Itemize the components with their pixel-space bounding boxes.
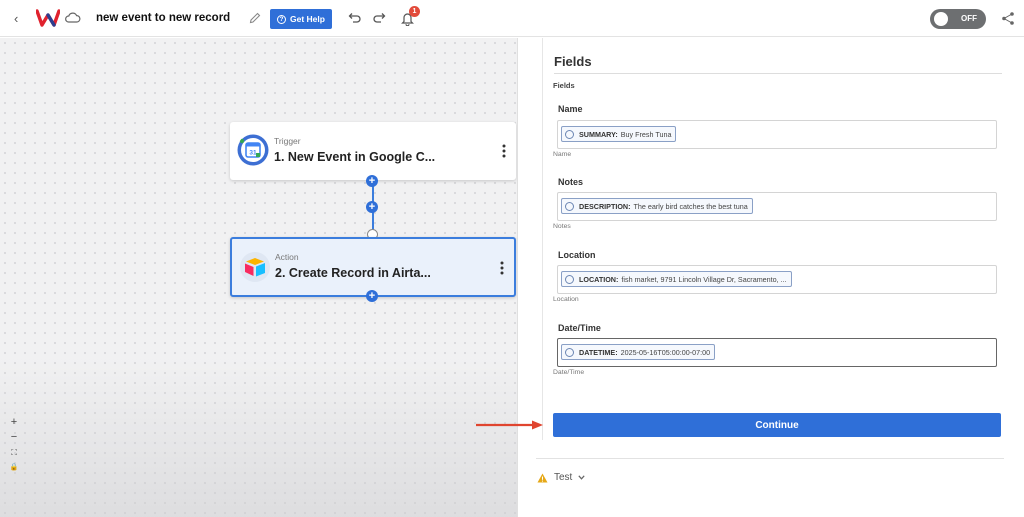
svg-text:31: 31 (249, 150, 257, 157)
chip-value: fish market, 9791 Lincoln Village Dr, Sa… (621, 274, 787, 284)
chip-key: LOCATION: (579, 274, 619, 284)
fields-caption: Fields (553, 81, 575, 90)
canvas-shade (0, 357, 517, 517)
step-config-panel: Fields Fields Name SUMMARY: Buy Fresh Tu… (517, 38, 1024, 517)
toggle-label: OFF (961, 14, 977, 23)
workflow-title[interactable]: new event to new record (96, 12, 230, 24)
location-variable-chip[interactable]: LOCATION: fish market, 9791 Lincoln Vill… (561, 271, 792, 287)
test-section-toggle[interactable]: Test (537, 472, 585, 483)
datetime-field[interactable]: DATETIME: 2025-05-16T05:00:00-07:00 (557, 338, 997, 367)
summary-variable-chip[interactable]: SUMMARY: Buy Fresh Tuna (561, 126, 677, 142)
field-hint-name: Name (553, 151, 572, 158)
trigger-node-type: Trigger (274, 136, 301, 146)
zoom-in-icon[interactable]: + (7, 415, 21, 430)
action-node-type: Action (275, 252, 299, 262)
chip-key: DESCRIPTION: (579, 201, 631, 211)
annotation-arrow-icon (476, 420, 543, 430)
heading-rule (554, 73, 1002, 74)
chip-value: Buy Fresh Tuna (620, 129, 672, 139)
fields-heading: Fields (554, 54, 592, 69)
notes-field[interactable]: DESCRIPTION: The early bird catches the … (557, 192, 997, 221)
field-hint-datetime: Date/Time (553, 369, 585, 376)
insert-step-plus-icon[interactable]: + (366, 201, 378, 213)
chip-key: DATETIME: (579, 347, 618, 357)
get-help-button[interactable]: ? Get Help (270, 9, 332, 29)
action-node-title: 2. Create Record in Airta... (275, 266, 431, 280)
airtable-icon (240, 252, 270, 282)
section-divider (536, 458, 1004, 459)
trigger-node[interactable]: 31 Trigger 1. New Event in Google C... (230, 122, 516, 180)
notification-badge: 1 (409, 6, 420, 17)
continue-button[interactable]: Continue (553, 413, 1001, 437)
variable-icon (565, 129, 574, 139)
test-label: Test (554, 472, 573, 483)
action-node-menu-icon[interactable] (500, 261, 504, 275)
warning-icon (537, 473, 548, 482)
chevron-down-icon (578, 475, 585, 480)
action-node[interactable]: Action 2. Create Record in Airta... (230, 237, 516, 297)
description-variable-chip[interactable]: DESCRIPTION: The early bird catches the … (561, 198, 753, 214)
share-icon[interactable] (1001, 11, 1015, 26)
field-label-name: Name (558, 104, 583, 114)
trigger-node-title: 1. New Event in Google C... (274, 150, 436, 164)
cloud-sync-icon (65, 12, 81, 23)
add-step-after-plus-icon[interactable]: + (366, 290, 378, 302)
datetime-variable-chip[interactable]: DATETIME: 2025-05-16T05:00:00-07:00 (561, 344, 716, 360)
location-field[interactable]: LOCATION: fish market, 9791 Lincoln Vill… (557, 265, 997, 294)
variable-icon (565, 347, 574, 357)
back-chevron-icon[interactable]: ‹ (14, 11, 18, 26)
trigger-node-menu-icon[interactable] (502, 144, 506, 158)
panel-divider (542, 38, 543, 440)
help-icon: ? (277, 14, 287, 24)
field-label-notes: Notes (558, 177, 584, 187)
redo-icon[interactable] (373, 11, 388, 25)
toggle-knob (934, 12, 948, 26)
get-help-label: Get Help (290, 14, 325, 24)
zoom-out-icon[interactable]: − (7, 430, 21, 445)
undo-icon[interactable] (346, 11, 361, 25)
workflow-on-off-toggle[interactable]: OFF (930, 9, 986, 29)
edit-pencil-icon[interactable] (248, 11, 262, 25)
top-bar: ‹ new event to new record ? Get Help 1 O… (0, 0, 1024, 37)
zoom-controls: + − ⛶ 🔒 (7, 415, 21, 475)
chip-value: The early bird catches the best tuna (633, 201, 748, 211)
variable-icon (565, 274, 574, 284)
google-calendar-icon: 31 (237, 134, 269, 166)
field-label-location: Location (558, 250, 596, 260)
variable-icon (565, 201, 574, 211)
chip-key: SUMMARY: (579, 129, 618, 139)
chip-value: 2025-05-16T05:00:00-07:00 (620, 347, 711, 357)
app-logo[interactable] (36, 9, 60, 27)
fit-view-icon[interactable]: ⛶ (7, 445, 21, 460)
lock-icon[interactable]: 🔒 (7, 460, 21, 475)
field-hint-notes: Notes (553, 223, 571, 230)
field-label-datetime: Date/Time (558, 323, 601, 333)
add-step-plus-icon[interactable]: + (366, 175, 378, 187)
name-field[interactable]: SUMMARY: Buy Fresh Tuna (557, 120, 997, 149)
field-hint-location: Location (553, 296, 579, 303)
